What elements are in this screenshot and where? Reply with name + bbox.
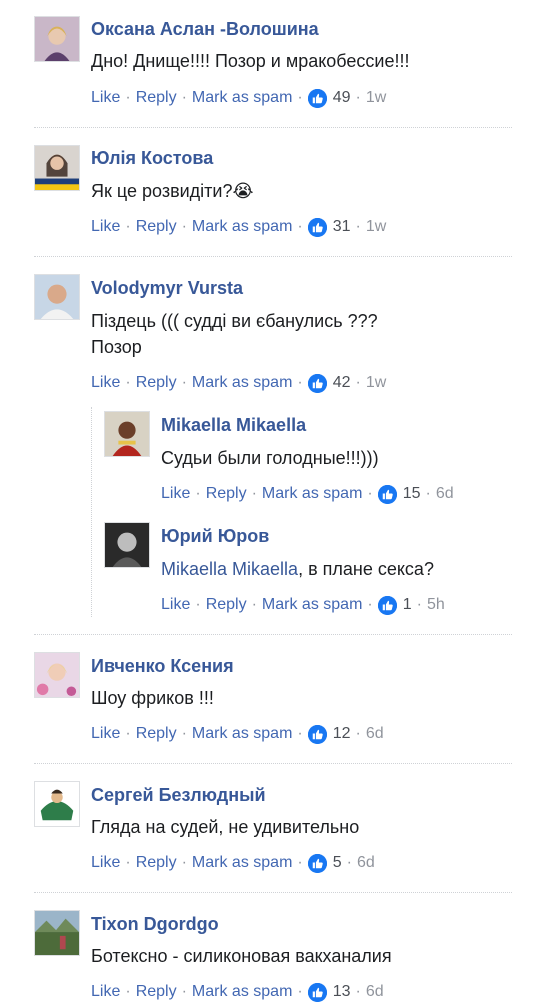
avatar[interactable] xyxy=(34,652,80,698)
like-count: 15 xyxy=(402,485,421,502)
comment-author[interactable]: Mikaella Mikaella xyxy=(161,414,306,436)
avatar[interactable] xyxy=(34,145,80,191)
like-link[interactable]: Like xyxy=(91,216,120,238)
timestamp[interactable]: 6d xyxy=(436,483,454,505)
thumbs-up-icon xyxy=(377,595,397,615)
thumbs-up-icon xyxy=(307,982,327,1002)
reply-link[interactable]: Reply xyxy=(136,372,177,394)
divider xyxy=(34,763,512,764)
comment-author[interactable]: Volodymyr Vursta xyxy=(91,277,243,299)
comment-actions: Like · Reply · Mark as spam · 42 · 1w xyxy=(91,372,386,394)
like-link[interactable]: Like xyxy=(161,594,190,616)
reply-link[interactable]: Reply xyxy=(136,852,177,874)
thumbs-up-icon xyxy=(307,853,327,873)
comment-author[interactable]: Ивченко Ксения xyxy=(91,655,234,677)
mark-spam-link[interactable]: Mark as spam xyxy=(262,594,362,616)
reply-link[interactable]: Reply xyxy=(206,483,247,505)
divider xyxy=(34,256,512,257)
timestamp[interactable]: 6d xyxy=(366,723,384,745)
thumbs-up-icon xyxy=(307,217,327,237)
like-link[interactable]: Like xyxy=(161,483,190,505)
like-count: 49 xyxy=(332,89,351,106)
like-count: 31 xyxy=(332,218,351,235)
comment-text: Гляда на судей, не удивительно xyxy=(91,817,360,837)
comment-actions: Like · Reply · Mark as spam · 5 · 6d xyxy=(91,852,375,874)
mention-link[interactable]: Mikaella Mikaella xyxy=(161,559,298,579)
comment-author[interactable]: Юрий Юров xyxy=(161,525,269,547)
mark-spam-link[interactable]: Mark as spam xyxy=(192,87,292,109)
comment-actions: Like · Reply · Mark as spam · 31 · 1w xyxy=(91,216,386,238)
timestamp[interactable]: 6d xyxy=(357,852,375,874)
divider xyxy=(34,127,512,128)
divider xyxy=(34,634,512,635)
timestamp[interactable]: 1w xyxy=(366,216,386,238)
reply-link[interactable]: Reply xyxy=(206,594,247,616)
avatar[interactable] xyxy=(34,781,80,827)
like-count: 12 xyxy=(332,725,351,742)
thumbs-up-icon xyxy=(307,88,327,108)
comment-text: Ботексно - силиконовая вакханалия xyxy=(91,946,392,966)
mark-spam-link[interactable]: Mark as spam xyxy=(192,723,292,745)
comment-text: Як це розвидіти?😭 xyxy=(91,181,254,201)
reply-link[interactable]: Reply xyxy=(136,723,177,745)
reply-thread-line xyxy=(91,407,92,617)
comment-author[interactable]: Сергей Безлюдный xyxy=(91,784,266,806)
comment-author[interactable]: Оксана Аслан -Волошина xyxy=(91,18,319,40)
reply-link[interactable]: Reply xyxy=(136,216,177,238)
comment-author[interactable]: Tixon Dgordgo xyxy=(91,913,219,935)
comment-actions: Like · Reply · Mark as spam · 49 · 1w xyxy=(91,87,386,109)
thumbs-up-icon xyxy=(377,484,397,504)
avatar[interactable] xyxy=(34,16,80,62)
comment-text: Судьи были голодные!!!))) xyxy=(161,448,379,468)
like-link[interactable]: Like xyxy=(91,723,120,745)
avatar[interactable] xyxy=(104,411,150,457)
comment-text-line-2: Позор xyxy=(91,337,142,357)
avatar[interactable] xyxy=(104,522,150,568)
mark-spam-link[interactable]: Mark as spam xyxy=(192,372,292,394)
comment-actions: Like · Reply · Mark as spam · 12 · 6d xyxy=(91,723,384,745)
timestamp[interactable]: 1w xyxy=(366,372,386,394)
like-count: 5 xyxy=(332,854,342,871)
avatar[interactable] xyxy=(34,910,80,956)
mark-spam-link[interactable]: Mark as spam xyxy=(192,216,292,238)
comment-text: Шоу фриков !!! xyxy=(91,688,214,708)
timestamp[interactable]: 1w xyxy=(366,87,386,109)
like-count: 1 xyxy=(402,596,412,613)
comment-author[interactable]: Юлія Костова xyxy=(91,147,213,169)
avatar[interactable] xyxy=(34,274,80,320)
thumbs-up-icon xyxy=(307,724,327,744)
divider xyxy=(34,892,512,893)
reply-link[interactable]: Reply xyxy=(136,87,177,109)
comment-text: Дно! Днище!!!! Позор и мракобессие!!! xyxy=(91,51,410,71)
like-link[interactable]: Like xyxy=(91,372,120,394)
comment-actions: Like · Reply · Mark as spam · 1 · 5h xyxy=(161,594,445,616)
like-link[interactable]: Like xyxy=(91,852,120,874)
timestamp[interactable]: 5h xyxy=(427,594,445,616)
like-link[interactable]: Like xyxy=(91,87,120,109)
comment-actions: Like · Reply · Mark as spam · 15 · 6d xyxy=(161,483,454,505)
mark-spam-link[interactable]: Mark as spam xyxy=(192,852,292,874)
mark-spam-link[interactable]: Mark as spam xyxy=(262,483,362,505)
comment-text: Піздець ((( судді ви єбанулись ??? xyxy=(91,311,378,331)
thumbs-up-icon xyxy=(307,373,327,393)
like-count: 42 xyxy=(332,374,351,391)
comment-text: Mikaella Mikaella, в плане секса? xyxy=(161,559,434,579)
